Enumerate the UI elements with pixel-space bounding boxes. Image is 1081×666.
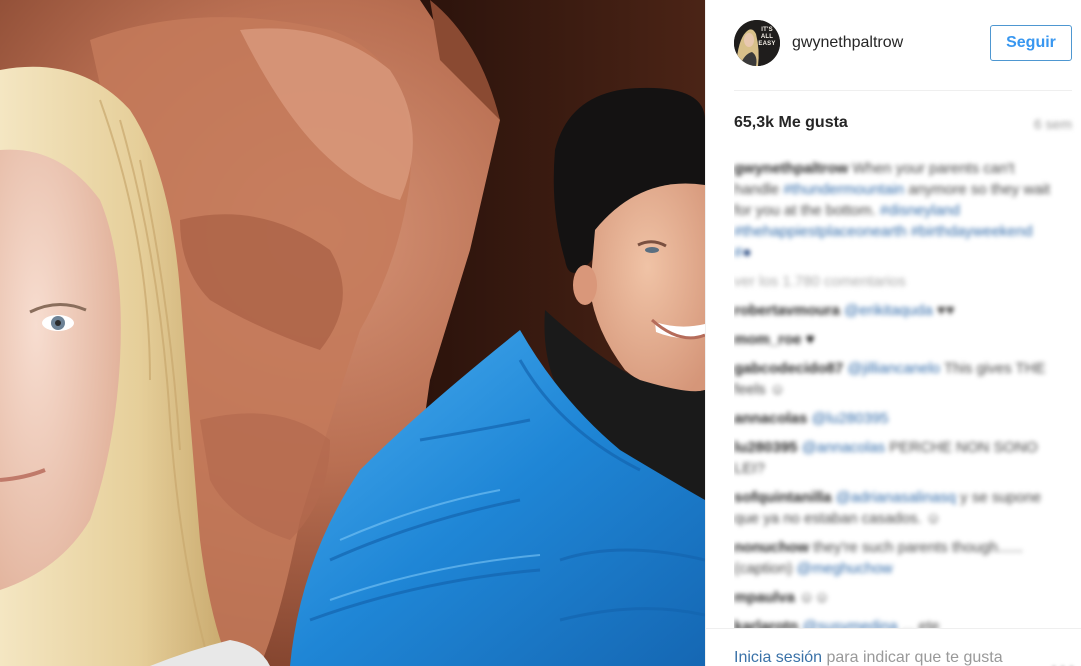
comment-item: karlarotn @susymedina ... ete (734, 616, 1054, 628)
post-image (0, 0, 705, 666)
comment-mention[interactable]: @meghuchow (797, 560, 893, 577)
comment-mention[interactable]: @susymedina (802, 618, 897, 628)
avatar[interactable]: IT'S ALL EASY (734, 20, 780, 66)
comment-text: ... ete (901, 618, 940, 628)
view-all-comments-link[interactable]: ver los 1.780 comentarios (734, 271, 1054, 292)
post-header: IT'S ALL EASY gwynethpaltrow Seguir (706, 0, 1081, 90)
comment-item: annacolas @lu280395 (734, 408, 1054, 429)
comment-username[interactable]: lu280395 (734, 439, 797, 456)
comments-list: gwynethpaltrow When your parents can't h… (734, 158, 1054, 628)
comment-text: ♥♥ (936, 302, 955, 319)
post-timestamp[interactable]: 6 sem (1034, 116, 1072, 132)
follow-button[interactable]: Seguir (990, 25, 1072, 61)
comment-username[interactable]: karlarotn (734, 618, 798, 628)
comment-username[interactable]: gabcodecido87 (734, 360, 843, 377)
comment-item: robertavmoura @erikitaquda ♥♥ (734, 300, 1054, 321)
comment-username[interactable]: mom_roe (734, 331, 802, 348)
post-photo[interactable] (0, 0, 705, 666)
likes-row: 65,3k Me gusta 6 sem (734, 114, 1072, 136)
caption: gwynethpaltrow When your parents can't h… (734, 158, 1054, 263)
login-prompt: Inicia sesión para indicar que te gusta (734, 649, 1003, 666)
comment-item: mpaulva ☺☺ (734, 587, 1054, 608)
comment-item: lu280395 @annacolas PERCHE NON SONO LEI? (734, 437, 1054, 479)
comment-username[interactable]: mpaulva (734, 589, 795, 606)
comment-mention[interactable]: @adrianasalinasq (836, 489, 956, 506)
login-prompt-text: para indicar que te gusta (822, 649, 1003, 666)
more-options-icon[interactable]: • • • (1052, 659, 1074, 666)
comment-text: ☺☺ (799, 589, 830, 606)
comment-username[interactable]: nonuchow (734, 539, 809, 556)
comment-item: nonuchow they're such parents though....… (734, 537, 1054, 579)
comment-mention[interactable]: @annacolas (802, 439, 886, 456)
comment-item: mom_roe ♥ (734, 329, 1054, 350)
caption-username[interactable]: gwynethpaltrow (734, 160, 848, 177)
caption-emoji: ● (742, 244, 752, 261)
heart-emoji: ♥ (805, 331, 815, 348)
comment-username[interactable]: annacolas (734, 410, 807, 427)
comment-mention[interactable]: @erikitaquda (844, 302, 933, 319)
header-divider (734, 90, 1072, 91)
comment-username[interactable]: sofquintanilla (734, 489, 832, 506)
comment-item: gabcodecido87 @jilliancanelo This gives … (734, 358, 1054, 400)
avatar-book-title: IT'S ALL EASY (758, 27, 776, 47)
post-username[interactable]: gwynethpaltrow (792, 34, 903, 52)
comment-mention[interactable]: @jilliancanelo (847, 360, 940, 377)
post-sidebar: IT'S ALL EASY gwynethpaltrow Seguir 65,3… (705, 0, 1081, 666)
comment-username[interactable]: robertavmoura (734, 302, 840, 319)
comment-mention[interactable]: @lu280395 (812, 410, 889, 427)
post-footer: Inicia sesión para indicar que te gusta … (706, 628, 1081, 666)
likes-count[interactable]: 65,3k Me gusta (734, 114, 848, 132)
login-link[interactable]: Inicia sesión (734, 649, 822, 666)
comment-item: sofquintanilla @adrianasalinasq y se sup… (734, 487, 1054, 529)
caption-hashtag[interactable]: #thundermountain (783, 181, 904, 198)
